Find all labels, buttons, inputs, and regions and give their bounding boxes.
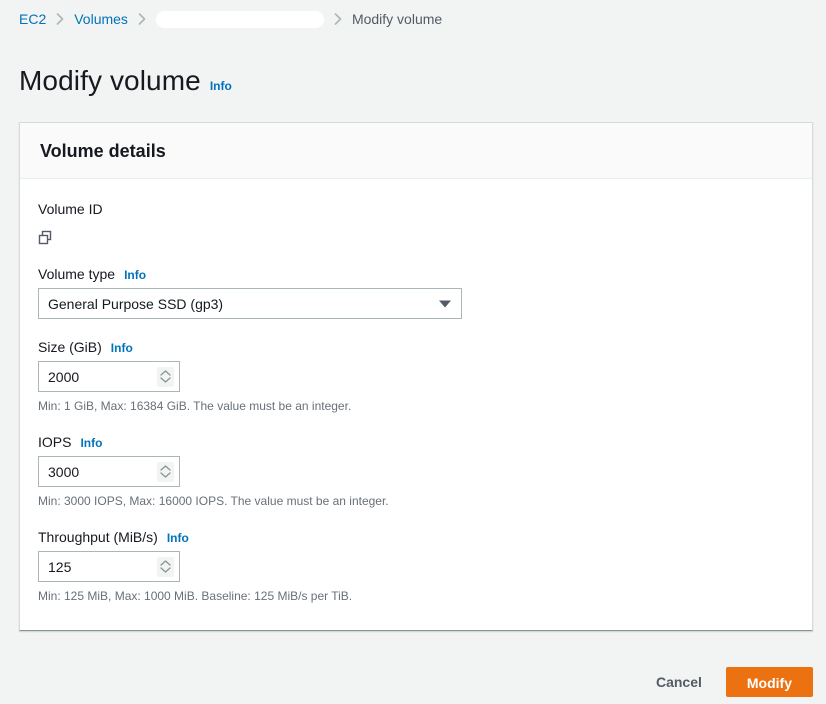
iops-hint: Min: 3000 IOPS, Max: 16000 IOPS. The val… [38, 493, 792, 509]
size-hint: Min: 1 GiB, Max: 16384 GiB. The value mu… [38, 398, 792, 414]
page-info-link[interactable]: Info [210, 79, 232, 93]
breadcrumb: EC2 Volumes Modify volume [0, 0, 826, 32]
size-input-wrapper[interactable] [38, 361, 180, 392]
size-label-row: Size (GiB) Info [38, 337, 792, 357]
volume-id-copy-row [38, 230, 792, 246]
throughput-info-link[interactable]: Info [167, 531, 189, 545]
footer-actions: Cancel Modify [19, 666, 813, 698]
copy-icon[interactable] [38, 230, 54, 246]
breadcrumb-item-volumes[interactable]: Volumes [74, 9, 128, 29]
volume-details-card: Volume details Volume ID Volume type [19, 122, 813, 631]
size-input[interactable] [39, 366, 150, 388]
field-volume-type: Volume type Info General Purpose SSD (gp… [38, 264, 792, 319]
field-volume-id: Volume ID [38, 199, 792, 246]
size-label: Size (GiB) [38, 337, 102, 357]
field-iops: IOPS Info Min: 3000 IOPS, Max: 16000 IOP… [38, 432, 792, 509]
throughput-stepper[interactable] [157, 557, 174, 577]
field-size: Size (GiB) Info Min: 1 GiB, Max: 16384 G… [38, 337, 792, 414]
iops-stepper[interactable] [157, 462, 174, 482]
breadcrumb-item-current: Modify volume [352, 9, 442, 29]
volume-id-label: Volume ID [38, 199, 103, 219]
iops-input[interactable] [39, 461, 150, 483]
card-header: Volume details [20, 123, 812, 179]
iops-label: IOPS [38, 432, 71, 452]
throughput-input-wrapper[interactable] [38, 551, 180, 582]
field-throughput: Throughput (MiB/s) Info Min: 125 MiB, Ma… [38, 527, 792, 604]
page-title: Modify volume [19, 65, 201, 97]
breadcrumb-item-ec2[interactable]: EC2 [19, 9, 46, 29]
throughput-input[interactable] [39, 556, 150, 578]
size-info-link[interactable]: Info [111, 341, 133, 355]
volume-type-info-link[interactable]: Info [124, 268, 146, 282]
volume-type-label-row: Volume type Info [38, 264, 792, 284]
breadcrumb-item-redacted[interactable] [156, 11, 324, 28]
volume-type-selected-value: General Purpose SSD (gp3) [39, 294, 223, 314]
volume-type-label: Volume type [38, 264, 115, 284]
iops-label-row: IOPS Info [38, 432, 792, 452]
iops-info-link[interactable]: Info [80, 436, 102, 450]
throughput-label: Throughput (MiB/s) [38, 527, 158, 547]
size-stepper[interactable] [157, 367, 174, 387]
volume-type-select[interactable]: General Purpose SSD (gp3) [38, 288, 462, 319]
cancel-button[interactable]: Cancel [646, 667, 712, 697]
card-body: Volume ID Volume type Info General Purpo… [20, 179, 812, 630]
volume-id-label-row: Volume ID [38, 199, 792, 219]
card-title: Volume details [40, 140, 792, 162]
throughput-label-row: Throughput (MiB/s) Info [38, 527, 792, 547]
modify-button[interactable]: Modify [726, 667, 813, 697]
throughput-hint: Min: 125 MiB, Max: 1000 MiB. Baseline: 1… [38, 588, 792, 604]
chevron-down-icon [439, 300, 451, 307]
iops-input-wrapper[interactable] [38, 456, 180, 487]
page-title-row: Modify volume Info [19, 46, 826, 116]
chevron-right-icon [138, 13, 146, 25]
volume-id-value [38, 223, 792, 224]
chevron-right-icon [334, 13, 342, 25]
chevron-right-icon [56, 13, 64, 25]
